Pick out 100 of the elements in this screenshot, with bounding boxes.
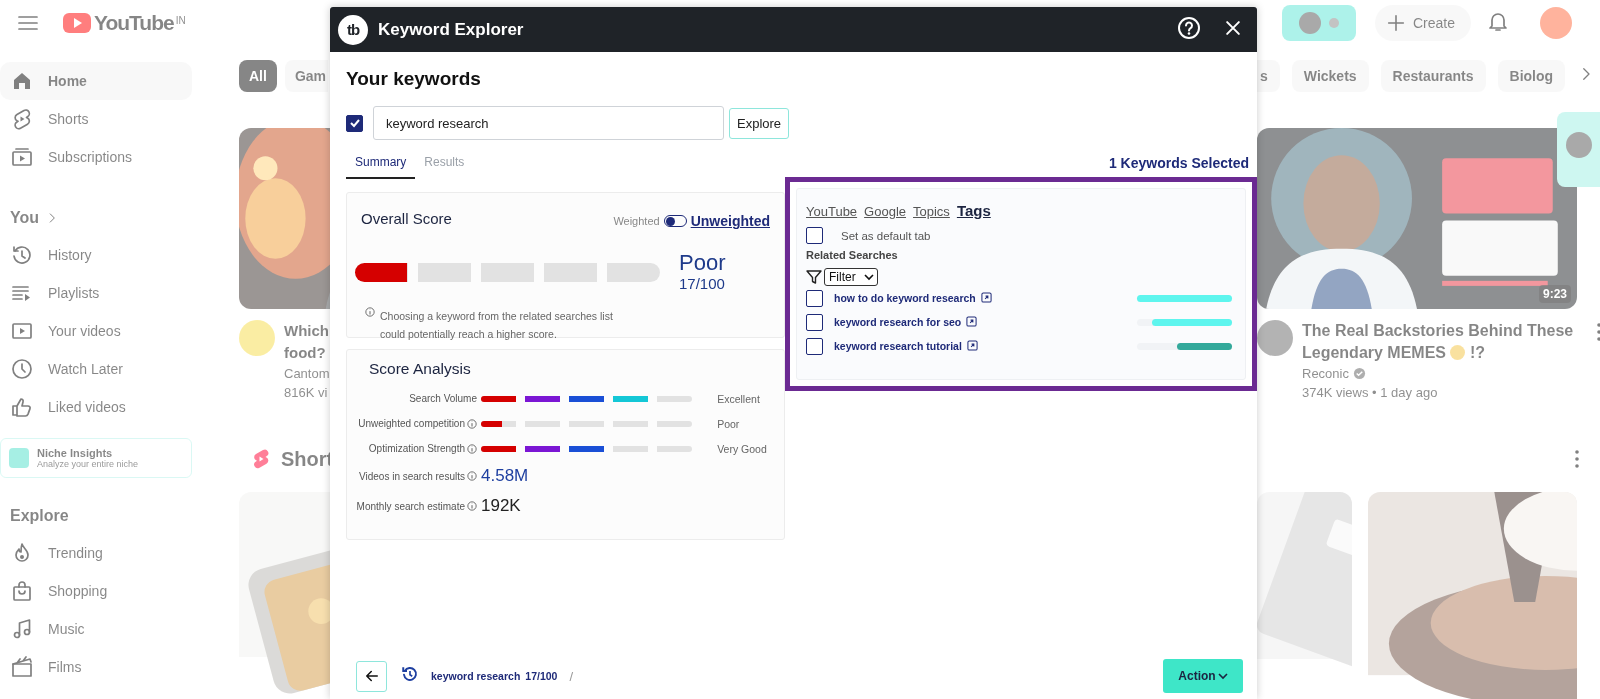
help-icon [1177,15,1201,40]
metric-rating: Very Good [716,442,768,455]
clock-icon [10,357,34,381]
source-tab[interactable]: YouTube [806,204,858,219]
section-link[interactable]: You [0,200,192,236]
video-title[interactable]: food? [284,342,330,364]
external-link-icon [966,340,978,351]
toggle-label[interactable]: Unweighted [690,213,770,229]
more-icon [1574,447,1580,471]
section-heading: Your keywords [346,67,482,91]
tab[interactable]: Results [415,146,474,179]
source-tab[interactable]: Google [864,204,906,219]
channel-name[interactable]: Reconic [1302,364,1349,383]
filter-chip[interactable]: Biolog [1497,60,1566,92]
score-value: 17/100 [679,275,726,293]
video-meta: 374K views • 1 day ago [1302,384,1439,402]
metric-label: Videos in search results [359,470,465,482]
back-button[interactable] [356,660,387,692]
metric-rating: Poor [716,417,741,430]
tab[interactable]: Summary [346,146,416,179]
sidebar-item[interactable]: Your videos [0,312,192,350]
filter-icon [806,269,822,285]
sidebar-item[interactable]: Films [0,648,192,686]
sidebar-item[interactable]: Shopping [0,572,192,610]
channel-name[interactable]: Cantom [284,364,330,383]
checkbox[interactable] [806,289,823,307]
filter-chip[interactable]: Wickets [1291,60,1369,92]
chevron-down-icon [1217,672,1228,680]
region-label: IN [175,14,186,26]
card-title: Overall Score [361,209,452,227]
keyword-link[interactable]: keyword research tutorial [834,340,962,352]
sidebar-item[interactable]: Home [0,62,192,100]
metric-value: 192K [481,496,522,516]
keyword-field[interactable]: keyword research [373,106,724,140]
info-icon [365,307,375,317]
history-icon [401,665,419,683]
chevron-down-icon [863,273,874,281]
checkbox[interactable] [346,114,363,132]
bag-icon [10,579,34,603]
source-tab[interactable]: Topics [913,204,950,219]
check-icon [348,117,361,129]
duration-badge: 9:23 [1538,285,1571,303]
toggle-label: Weighted [613,215,660,227]
metric-label: Unweighted competition [358,418,465,429]
sidebar-item[interactable]: Liked videos [0,388,192,426]
metric-label: Search Volume [409,393,477,404]
checkbox[interactable] [806,227,823,244]
info-icon [467,471,477,481]
metric-label: Optimization Strength [368,443,465,454]
keyword-link[interactable]: keyword research for seo [834,316,962,328]
metric-rating: Excellent [716,392,761,405]
filter-chip[interactable]: s [1257,60,1280,92]
external-link-icon [980,292,992,303]
filter-chip[interactable]: Restaurants [1380,60,1486,92]
verified-icon [1352,367,1366,380]
metric-label: Monthly search estimate [356,500,465,512]
card-subtitle: Analyze your entire niche [37,459,139,469]
breadcrumb-link[interactable]: keyword research [431,670,521,682]
app-logo: tb [338,14,368,45]
video-title[interactable]: The Real Backstories Behind These Legendary MEMES !? [1302,320,1587,364]
checkbox[interactable] [806,337,823,355]
video-title[interactable]: Which [284,320,330,342]
niche-insights-card[interactable]: Niche Insights Analyze your entire niche [0,438,192,478]
hint-text: Choosing a keyword from the related searches list could potentially reach a higher score. [380,309,614,342]
subscriptions-icon [10,145,34,169]
breadcrumb-score: 17/100 [525,670,558,682]
sidebar-item[interactable]: Trending [0,534,192,572]
selected-count: 1 Keywords Selected [1108,154,1249,171]
filter-dropdown[interactable]: Filter [824,268,878,286]
video-meta: 816K vi [284,384,329,402]
clapperboard-icon [10,655,34,679]
external-link-icon [966,316,978,327]
logo-text[interactable]: YouTube [94,10,174,35]
sidebar-item[interactable]: Music [0,610,192,648]
filter-chip[interactable]: Gam [284,60,328,92]
emoji-icon [1450,345,1466,360]
explore-button[interactable]: Explore [729,107,790,139]
section-heading: Related Searches [806,249,899,261]
sidebar-item[interactable]: Playlists [0,274,192,312]
score-rating: Poor [679,251,726,275]
checkbox[interactable] [806,313,823,331]
card-title: Score Analysis [368,360,471,377]
create-button[interactable]: Create [1374,4,1471,41]
info-icon [467,501,477,511]
sidebar-item[interactable]: Subscriptions [0,138,192,176]
metric-value: 4.58M [481,466,530,486]
filter-chip[interactable]: All [239,60,277,92]
checkbox-label: Set as default tab [841,229,931,242]
section-heading: Explore [9,506,70,526]
sidebar-item[interactable]: History [0,236,192,274]
history-icon [10,243,34,267]
card-title: Niche Insights [37,447,113,459]
action-button[interactable]: Action [1163,659,1243,693]
sidebar-item[interactable]: Watch Later [0,350,192,388]
keyword-link[interactable]: how to do keyword research [834,292,976,304]
breadcrumb-separator: / [569,668,574,684]
source-tab[interactable]: Tags [956,202,991,219]
sidebar-item[interactable]: Shorts [0,100,192,138]
thumbs-up-icon [10,395,34,419]
window-title: Keyword Explorer [378,19,524,40]
